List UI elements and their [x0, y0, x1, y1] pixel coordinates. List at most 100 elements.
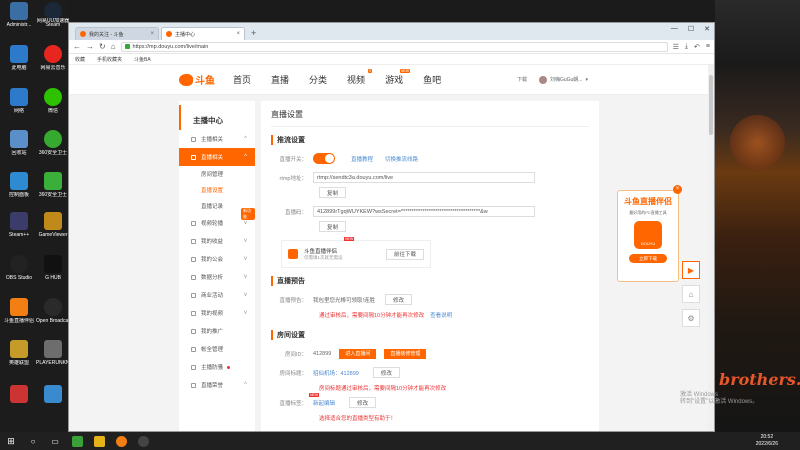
desktop-icon-360-2[interactable]: 360安全卫士: [36, 172, 70, 198]
stream-code-field[interactable]: 412899rTgqWUYKEW?wsSecret=**************…: [313, 206, 535, 217]
forward-icon[interactable]: →: [86, 42, 94, 51]
desktop-icon-network[interactable]: 网络: [2, 88, 36, 114]
page-scrollbar[interactable]: [708, 65, 714, 431]
desktop-icon-this-pc[interactable]: 此电脑: [2, 45, 36, 71]
download-link[interactable]: 下载: [517, 76, 527, 83]
feedback-icon[interactable]: ⚙: [682, 309, 700, 327]
sidebar-item-account[interactable]: 帐全管理: [179, 340, 255, 358]
edit-preview-button[interactable]: 修改: [385, 294, 413, 305]
live-tutorial-link[interactable]: 直播教程: [351, 155, 373, 163]
douyu-logo[interactable]: 斗鱼: [179, 72, 215, 87]
back-icon[interactable]: ←: [73, 42, 81, 51]
desktop-icon-ghub[interactable]: G HUB: [36, 255, 70, 281]
copy-rtmp-button[interactable]: 复制: [319, 187, 347, 198]
sidebar-item-anchor[interactable]: 主播相关 ^: [179, 130, 255, 148]
desktop-icon-administrator[interactable]: Administr...: [2, 2, 36, 28]
sidebar-item-my-videos[interactable]: 我的视频 v: [179, 304, 255, 322]
sidebar-item-guild[interactable]: 我的公会 v: [179, 250, 255, 268]
room-decor-button[interactable]: 直播装修管理: [384, 348, 427, 359]
nav-fishbar[interactable]: 鱼吧: [423, 73, 441, 86]
close-tab-icon[interactable]: ×: [150, 31, 154, 37]
enter-room-button[interactable]: 进入直播间: [339, 348, 377, 359]
tab-my-follows[interactable]: 我的关注 - 斗鱼 ×: [75, 27, 159, 40]
nav-video[interactable]: 视频 5: [347, 69, 373, 86]
taskbar-browser[interactable]: [66, 432, 88, 450]
copy-stream-code-button[interactable]: 复制: [319, 221, 347, 232]
desktop-icon-obs[interactable]: OBS Studio: [2, 255, 36, 281]
douyu-header: 斗鱼 首页 直播 分类 视频 5 游戏 NEW 鱼吧 下载 刘嗨GuGu朗... ▾: [69, 65, 714, 95]
scrollbar-thumb[interactable]: [709, 75, 713, 135]
download-icon[interactable]: ⤓: [685, 43, 688, 51]
refresh-icon[interactable]: ↻: [99, 42, 106, 51]
desktop-icon-app-blue[interactable]: [36, 385, 70, 405]
minimize-icon[interactable]: —: [671, 25, 678, 33]
desktop-icon-steam[interactable]: Steam: [36, 2, 70, 28]
preview-text: 我包里您光棒可领取!连胜: [313, 297, 376, 304]
sidebar-item-video-carousel[interactable]: 视频轮播 v 新功能: [179, 208, 255, 232]
desktop-icon-lol[interactable]: 英雄联盟: [2, 340, 36, 366]
nav-home[interactable]: 首页: [233, 73, 251, 86]
close-icon[interactable]: ✕: [704, 25, 710, 33]
sidebar-item-analytics[interactable]: 数据分析 v: [179, 268, 255, 286]
system-clock[interactable]: 20:52 2022/6/26: [756, 434, 778, 448]
push-settings-heading: 推流设置: [271, 135, 589, 145]
desktop-icon-pubg[interactable]: PLAYERUNKNOWN'S BATTLEGR...: [36, 340, 70, 366]
sidebar-item-anti-harass[interactable]: 主播防骚: [179, 358, 255, 376]
desktop-icon-recycle-bin[interactable]: 回收站: [2, 130, 36, 156]
desktop-icon-control-panel[interactable]: 控制面板: [2, 172, 36, 198]
home-icon[interactable]: ⌂: [111, 42, 116, 51]
desktop-icon-netease-music[interactable]: 网易云音乐: [36, 45, 70, 71]
new-tab-button[interactable]: +: [247, 28, 260, 40]
desktop-icon-wechat[interactable]: 微信: [36, 88, 70, 114]
maximize-icon[interactable]: ☐: [688, 25, 694, 33]
search-button[interactable]: ○: [22, 432, 44, 450]
sidebar-item-live[interactable]: 直播相关 ^: [179, 148, 255, 166]
home-float-icon[interactable]: ⌂: [682, 285, 700, 303]
nav-category[interactable]: 分类: [309, 73, 327, 86]
view-rules-link[interactable]: 查看说明: [430, 311, 452, 319]
bookmark-mobile[interactable]: 手机收藏夹: [97, 56, 122, 63]
sidebar-item-honor[interactable]: 直播荣誉 ^: [179, 376, 255, 394]
tab-anchor-center[interactable]: 主播中心 ×: [161, 27, 245, 40]
desktop-icon-360-1[interactable]: 360安全卫士: [36, 130, 70, 156]
switch-line-link[interactable]: 切换推流线路: [385, 155, 418, 163]
live-toggle[interactable]: [313, 153, 335, 164]
edit-room-title-button[interactable]: 修改: [372, 367, 400, 378]
taskbar-app-yellow[interactable]: [88, 432, 110, 450]
nav-live[interactable]: 直播: [271, 73, 289, 86]
close-tab-icon[interactable]: ×: [236, 31, 240, 37]
widget-download-button[interactable]: 立即下载: [629, 254, 667, 263]
desktop-icon-obs-broadcaster[interactable]: Open Broadcaster: [36, 298, 70, 324]
sidebar-item-business[interactable]: 商业活动 v: [179, 286, 255, 304]
play-video-icon[interactable]: ▶: [682, 261, 700, 279]
chevron-down-icon: v: [244, 238, 247, 244]
taskbar-douyu[interactable]: [110, 432, 132, 450]
desktop-icon-uu[interactable]: 网易UU加速器: [36, 18, 70, 24]
desktop-icon-douyu-companion[interactable]: 斗鱼直播伴侣: [2, 298, 36, 324]
desktop-icon-steampp[interactable]: Steam++: [2, 212, 36, 238]
url-input[interactable]: https://mp.douyu.com/live/main: [120, 41, 668, 52]
nav-game[interactable]: 游戏 NEW: [385, 69, 411, 86]
close-widget-icon[interactable]: ×: [673, 185, 682, 194]
desktop-icon-gameviewer[interactable]: GameViewer: [36, 212, 70, 238]
search-icon: ○: [30, 436, 36, 446]
start-button[interactable]: ⊞: [0, 432, 22, 450]
menu-icon[interactable]: ☰: [673, 43, 679, 51]
bookmark-douyu[interactable]: 斗鱼BA: [134, 56, 151, 63]
user-menu[interactable]: 刘嗨GuGu朗... ▾: [538, 75, 588, 84]
desktop-icon-app-red[interactable]: [2, 385, 36, 405]
sidebar-item-earnings[interactable]: 我的收益 v: [179, 232, 255, 250]
task-view-button[interactable]: ▭: [44, 432, 66, 450]
sidebar-sub-live-settings[interactable]: 直播设置: [179, 182, 255, 198]
obs-broadcaster-icon: [44, 298, 62, 316]
taskbar-obs[interactable]: [132, 432, 154, 450]
download-companion-button[interactable]: 前往下载: [385, 248, 424, 260]
edit-room-tag-button[interactable]: 修改: [349, 397, 377, 408]
settings-icon[interactable]: ≡: [706, 43, 710, 51]
bookmark-favorites[interactable]: 收藏: [75, 56, 85, 63]
rtmp-address-field[interactable]: rtmp://sendtc3a.douyu.com/live: [313, 172, 535, 183]
sidebar-item-promotion[interactable]: 我的推广: [179, 322, 255, 340]
history-icon[interactable]: ↶: [694, 43, 700, 51]
widget-subtitle: 最好用的PC直播工具: [629, 210, 667, 215]
sidebar-sub-room-manage[interactable]: 房间管理: [179, 166, 255, 182]
